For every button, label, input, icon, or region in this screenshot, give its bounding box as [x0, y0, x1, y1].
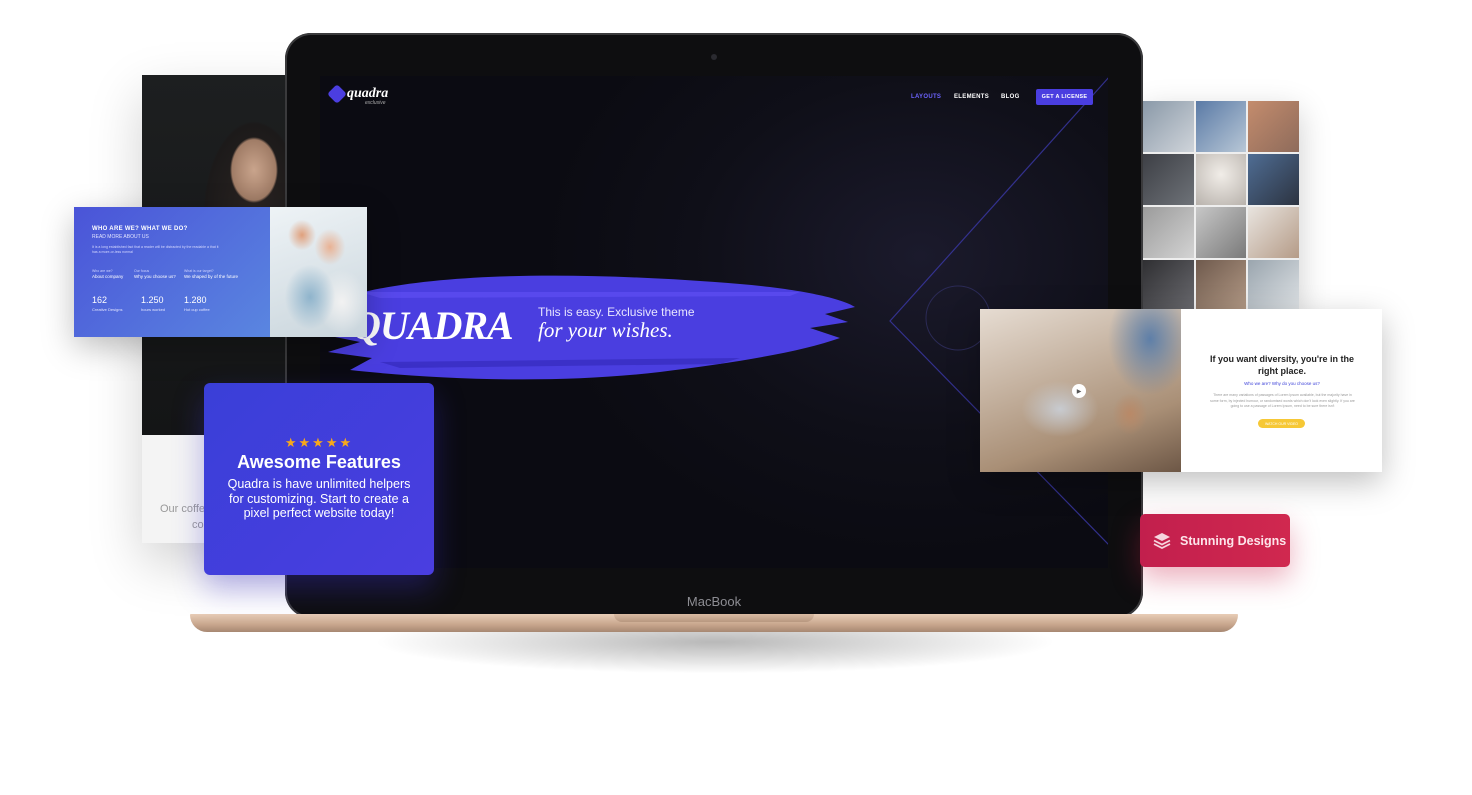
who-col-title: We shaped by of the future — [184, 274, 238, 279]
stunning-designs-badge[interactable]: Stunning Designs — [1140, 514, 1290, 567]
watch-video-button[interactable]: WATCH OUR VIDEO — [1258, 419, 1305, 428]
hero-subtitle-1: This is easy. Exclusive theme — [538, 305, 695, 319]
camera-icon — [711, 54, 717, 60]
play-icon[interactable]: ▶ — [1072, 384, 1086, 398]
grid-photo — [1248, 101, 1299, 152]
who-card-link[interactable]: READ MORE ABOUT US — [92, 234, 149, 240]
get-license-button[interactable]: GET A LICENSE — [1036, 89, 1093, 105]
laptop-notch — [614, 614, 814, 622]
grid-photo — [1248, 260, 1299, 311]
diversity-subtitle: Who we are? Why do you choose us? — [1244, 381, 1320, 386]
photo-grid — [1143, 101, 1299, 311]
logo-subtitle: exclusive — [365, 100, 386, 106]
nav-item-elements[interactable]: ELEMENTS — [954, 94, 989, 100]
diversity-card: ▶ If you want diversity, you're in the r… — [980, 309, 1382, 472]
who-stat-label: Hot cup coffee — [184, 307, 210, 312]
portrait-caption-line2: co — [192, 519, 204, 531]
grid-photo — [1195, 260, 1247, 311]
grid-photo — [1248, 154, 1299, 205]
hero-subtitle-2: for your wishes. — [538, 318, 673, 342]
rating-stars-icon: ★★★★★ — [284, 435, 354, 450]
grid-photo — [1195, 207, 1247, 258]
laptop-brand-label: MacBook — [686, 594, 742, 609]
who-card-photo — [270, 207, 367, 337]
stunning-designs-label: Stunning Designs — [1180, 533, 1287, 548]
logo-mark-icon — [327, 84, 347, 104]
who-col-title: About company — [92, 274, 124, 279]
grid-photo — [1195, 154, 1247, 205]
features-title: Awesome Features — [237, 452, 401, 472]
who-stat-number: 1.250 — [141, 295, 164, 305]
who-stat-label: hours worked — [141, 307, 166, 312]
who-col-head: What is our target? — [184, 269, 214, 273]
features-text: Quadra is have unlimited helpers for cus… — [227, 477, 411, 520]
who-stat-number: 1.280 — [184, 295, 207, 305]
layers-icon — [1153, 532, 1171, 549]
who-col-title: Why you choose us? — [134, 274, 176, 279]
who-card-text: It is a long established fact that a rea… — [92, 245, 219, 254]
hero-title: QUADRA — [352, 303, 514, 348]
grid-photo — [1248, 207, 1299, 258]
grid-photo — [1143, 260, 1194, 311]
who-col-head: Who are we? — [92, 269, 113, 273]
nav-item-layouts[interactable]: LAYOUTS — [911, 94, 941, 100]
laptop-shadow — [230, 632, 1200, 722]
who-stat-label: Creative Designs — [92, 307, 123, 312]
grid-photo — [1143, 101, 1194, 152]
grid-photo — [1195, 101, 1247, 152]
diversity-title: If you want diversity, you're in the rig… — [1210, 354, 1354, 376]
grid-photo — [1143, 207, 1194, 258]
who-are-we-card: WHO ARE WE? WHAT WE DO? READ MORE ABOUT … — [74, 207, 367, 337]
who-stat-number: 162 — [92, 295, 108, 305]
nav-item-blog[interactable]: BLOG — [1001, 94, 1020, 100]
portrait-caption-line1: Our coffe — [160, 503, 206, 515]
who-card-title: WHO ARE WE? WHAT WE DO? — [92, 226, 188, 232]
diversity-text: There are many variations of passages of… — [1210, 393, 1355, 408]
who-col-head: Our focus — [134, 269, 150, 273]
grid-photo — [1143, 154, 1194, 205]
